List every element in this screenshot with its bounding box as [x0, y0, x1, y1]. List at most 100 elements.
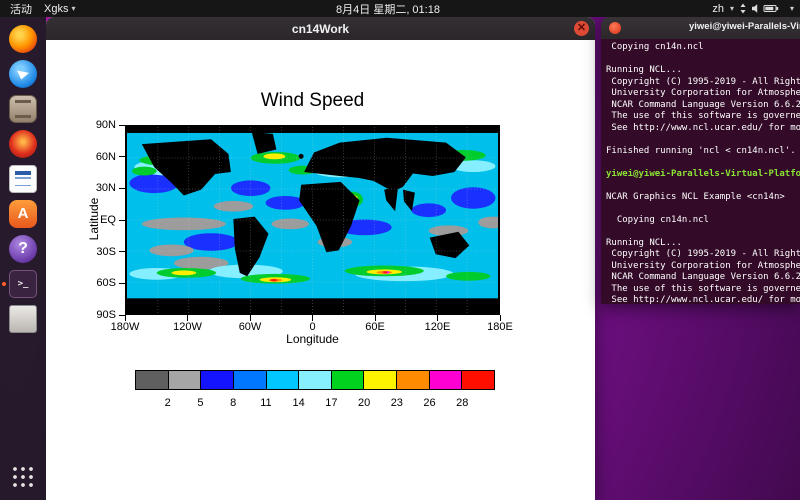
close-icon[interactable]: ✕	[574, 21, 589, 36]
colorbar-cell	[429, 371, 462, 389]
x-axis-label: Longitude	[125, 332, 500, 346]
help-icon: ?	[9, 235, 37, 263]
thunderbird-icon	[9, 60, 37, 88]
colorbar-cell	[363, 371, 396, 389]
volume-icon	[752, 4, 757, 13]
x-tick-mark	[375, 315, 376, 321]
x-tick-label: 120E	[425, 321, 451, 333]
terminal-titlebar[interactable]: yiwei@yiwei-Parallels-Virtual-Platform: …	[601, 17, 800, 39]
system-menu-chevron-icon[interactable]: ▾	[790, 4, 794, 13]
terminal-line: NCAR Command Language Version 6.6.2	[606, 100, 800, 112]
firefox-icon	[9, 25, 37, 53]
clock[interactable]: 8月4日 星期二, 01:18	[336, 1, 440, 17]
colorbar-cell	[200, 371, 233, 389]
chevron-down-icon: ▾	[71, 4, 75, 13]
y-tick-mark	[119, 125, 125, 126]
plot-window: cn14Work ✕ Wind Speed Latitude Longitude	[46, 17, 595, 500]
dock-item-thunderbird[interactable]	[0, 56, 46, 91]
dock-item-help[interactable]: ?	[0, 231, 46, 266]
focused-app-menu[interactable]: Xgks ▾	[44, 3, 75, 15]
y-tick-label: 30S	[96, 246, 116, 258]
terminal-line: Finished running 'ncl < cn14n.ncl'.	[606, 146, 800, 158]
x-tick-label: 0	[309, 321, 315, 333]
close-icon[interactable]	[609, 22, 621, 34]
y-tick-mark	[119, 188, 125, 189]
x-tick-label: 60E	[365, 321, 385, 333]
terminal-line	[606, 157, 800, 169]
show-applications-icon	[11, 465, 35, 489]
colorbar-label: 11	[260, 397, 271, 409]
colorbar-label: 2	[165, 397, 171, 409]
system-tray-icons[interactable]	[740, 3, 784, 14]
terminal-line: Copyright (C) 1995-2019 - All Rights Res…	[606, 77, 800, 89]
terminal-line: Copyright (C) 1995-2019 - All Rights Res…	[606, 249, 800, 261]
map-plot	[125, 125, 500, 315]
terminal-line: University Corporation for Atmospheric R…	[606, 261, 800, 273]
terminal-output[interactable]: Copying cn14n.ncl Running NCL... Copyrig…	[601, 39, 800, 304]
dock: A? >_	[0, 17, 46, 500]
terminal-title: yiwei@yiwei-Parallels-Virtual-Platform: …	[689, 21, 800, 32]
colorbar-cell	[136, 371, 168, 389]
colorbar-label: 20	[358, 397, 370, 409]
x-tick-mark	[125, 315, 126, 321]
x-tick-label: 180W	[111, 321, 140, 333]
x-tick-label: 60W	[239, 321, 262, 333]
y-tick-label: 60N	[96, 151, 116, 163]
y-tick-mark	[119, 220, 125, 221]
y-tick-mark	[119, 251, 125, 252]
dock-item-terminal[interactable]: >_	[0, 266, 46, 301]
app-name-label: Xgks	[44, 3, 68, 15]
y-tick-label: 90N	[96, 119, 116, 131]
dock-item-software[interactable]: A	[0, 196, 46, 231]
window-preview-icon	[9, 305, 37, 333]
terminal-line	[606, 180, 800, 192]
battery-icon	[764, 6, 778, 12]
dock-item-show-applications[interactable]	[0, 459, 46, 494]
plot-area: Wind Speed Latitude Longitude	[46, 40, 595, 500]
terminal-line: Running NCL...	[606, 238, 800, 250]
dock-item-firefox[interactable]	[0, 21, 46, 56]
terminal-line: The use of this software is governed by …	[606, 284, 800, 296]
terminal-line: University Corporation for Atmospheric R…	[606, 88, 800, 100]
colorbar-cell	[233, 371, 266, 389]
chevron-down-icon: ▾	[730, 4, 734, 13]
x-tick-mark	[187, 315, 188, 321]
libreoffice-writer-icon	[9, 165, 37, 193]
chart-title: Wind Speed	[125, 90, 500, 112]
running-indicator	[2, 282, 6, 286]
dock-item-preview[interactable]	[0, 301, 46, 336]
dock-item-rhythmbox[interactable]	[0, 126, 46, 161]
plot-window-titlebar[interactable]: cn14Work ✕	[46, 17, 595, 40]
dock-item-writer[interactable]	[0, 161, 46, 196]
x-tick-mark	[500, 315, 501, 321]
colorbar-label: 8	[230, 397, 236, 409]
input-method-indicator[interactable]: zh	[712, 3, 724, 15]
terminal-window: yiwei@yiwei-Parallels-Virtual-Platform: …	[601, 17, 800, 304]
terminal-line: Copying cn14n.ncl	[606, 215, 800, 227]
activities-button[interactable]: 活动	[10, 1, 32, 17]
terminal-line	[606, 134, 800, 146]
colorbar-cell	[266, 371, 299, 389]
colorbar-label: 5	[197, 397, 203, 409]
colorbar-cell	[331, 371, 364, 389]
terminal-line: See http://www.ncl.ucar.edu/ for more de…	[606, 295, 800, 304]
y-tick-mark	[119, 156, 125, 157]
colorbar-label: 17	[325, 397, 337, 409]
y-tick-mark	[119, 283, 125, 284]
terminal-line: yiwei@yiwei-Parallels-Virtual-Platform:~…	[606, 169, 800, 181]
x-tick-mark	[250, 315, 251, 321]
wind-speed-map	[127, 127, 498, 313]
colorbar-cell	[461, 371, 494, 389]
ubuntu-software-icon: A	[9, 200, 37, 228]
y-tick-label: 30N	[96, 182, 116, 194]
terminal-line	[606, 226, 800, 238]
dock-item-files[interactable]	[0, 91, 46, 126]
rhythmbox-icon	[9, 130, 37, 158]
terminal-line: The use of this software is governed by …	[606, 111, 800, 123]
network-icon	[740, 4, 745, 14]
y-tick-label: 60S	[96, 277, 116, 289]
terminal-line: Copying cn14n.ncl	[606, 42, 800, 54]
terminal-line: Running NCL...	[606, 65, 800, 77]
x-tick-mark	[312, 315, 313, 321]
y-tick-label: EQ	[100, 214, 116, 226]
